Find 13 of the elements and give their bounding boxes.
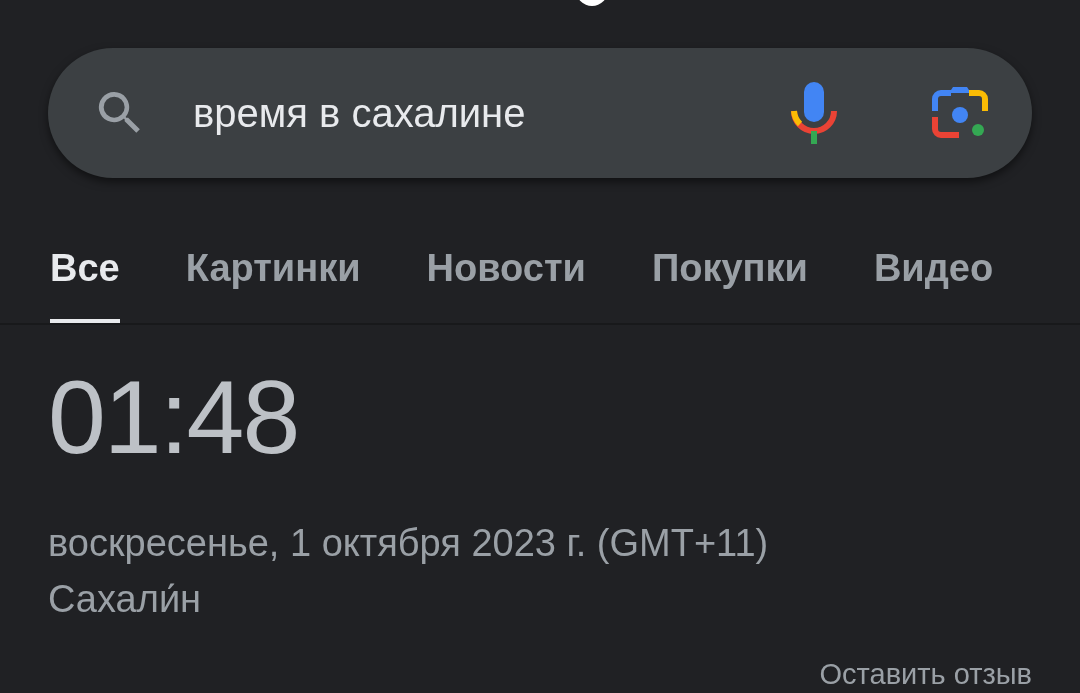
search-query: время в сахалине	[193, 90, 527, 137]
place-text: Сахали́н	[48, 577, 203, 622]
tab[interactable]: Картинки	[185, 228, 361, 323]
camera-lens-icon[interactable]	[932, 85, 988, 141]
search-field[interactable]: время в сахалине	[48, 48, 1032, 178]
clock-time: 01:48	[48, 358, 300, 477]
tab[interactable]: Новости	[426, 228, 586, 323]
tab[interactable]: Видео	[873, 228, 994, 323]
tab[interactable]: Все	[50, 228, 120, 323]
feedback-link[interactable]: Оставить отзыв	[819, 653, 1032, 693]
date-text: воскресенье, 1 октября 2023 г. (GMT+11)	[48, 521, 770, 566]
tab[interactable]: Покупки	[651, 228, 808, 323]
microphone-icon[interactable]	[791, 82, 837, 144]
